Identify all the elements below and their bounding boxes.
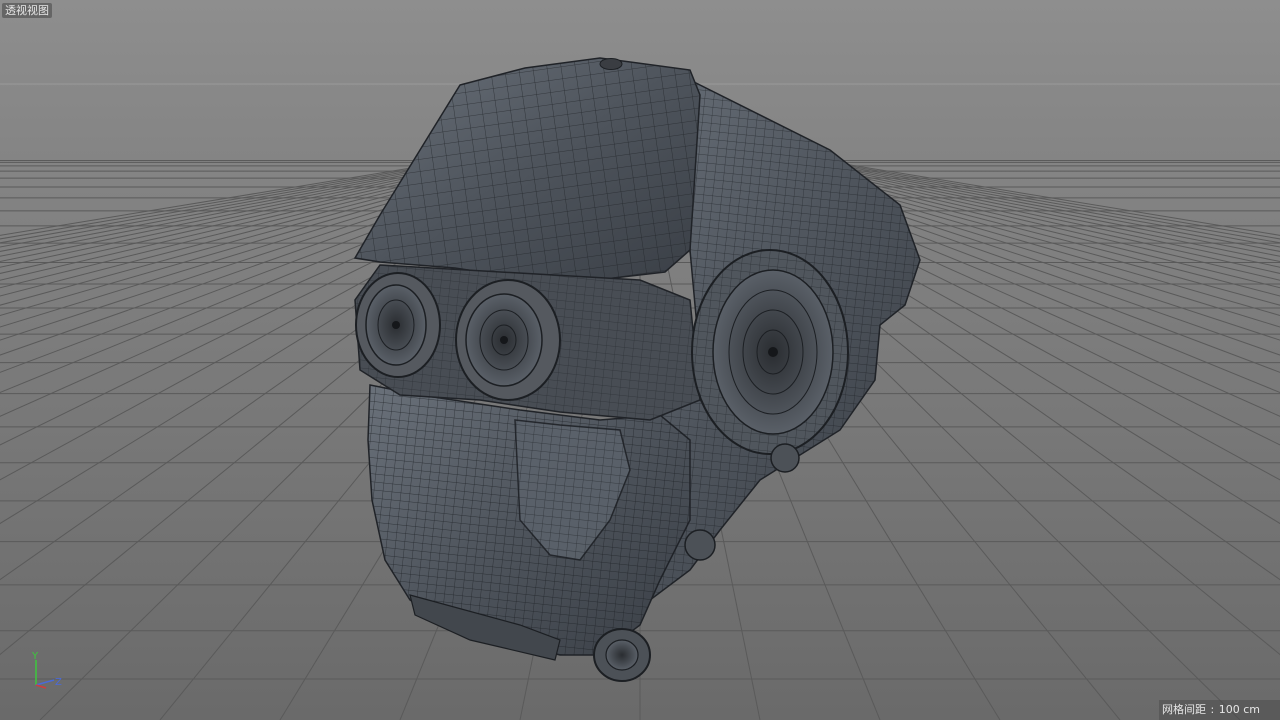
ear-piece bbox=[691, 249, 849, 455]
grid-spacing-label: 网格间距 bbox=[1162, 703, 1207, 716]
viewport-canvas[interactable]: Y Z bbox=[0, 0, 1280, 720]
perspective-viewport[interactable]: Y Z 透视视图 网格间距 : 100 cm bbox=[0, 0, 1280, 720]
view-name-label[interactable]: 透视视图 bbox=[2, 3, 52, 18]
grid-spacing-readout: 网格间距 : 100 cm bbox=[1159, 700, 1280, 720]
bolt-detail bbox=[770, 443, 800, 473]
bolt-detail bbox=[684, 529, 716, 561]
axis-y-label: Y bbox=[31, 651, 39, 662]
axis-z-label: Z bbox=[55, 677, 62, 688]
chin-valve bbox=[593, 628, 651, 682]
center-eye-lens bbox=[455, 279, 561, 401]
left-eye-lens bbox=[355, 272, 441, 378]
grid-spacing-value: 100 cm bbox=[1218, 703, 1260, 716]
